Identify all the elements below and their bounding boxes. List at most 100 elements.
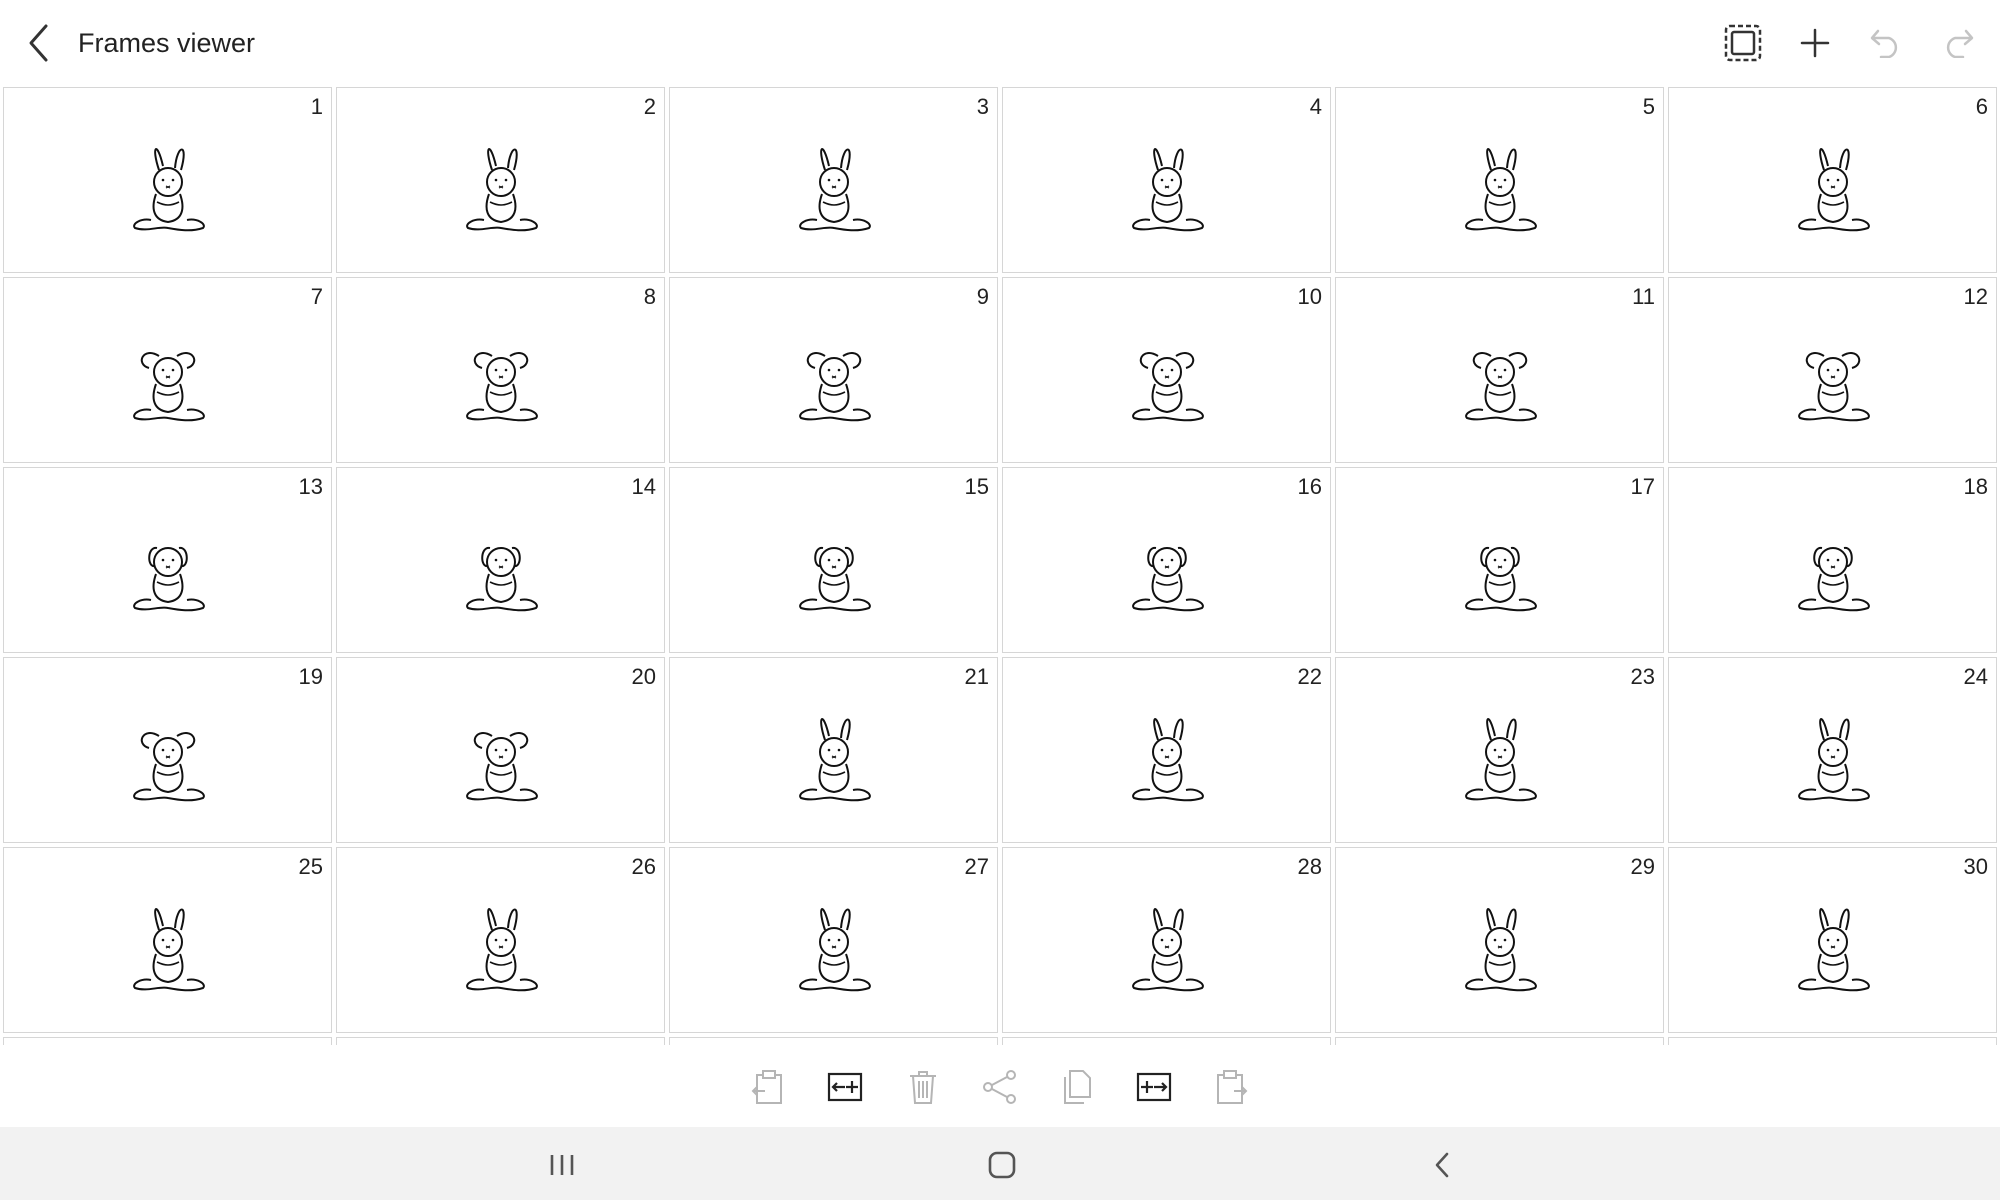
frame-thumbnail[interactable]: 5 [1335,87,1664,273]
frame-thumbnail[interactable]: 2 [336,87,665,273]
bunny-drawing [1778,706,1888,816]
bunny-drawing [113,896,223,1006]
frame-number: 18 [1963,474,1988,499]
back-arrow-icon[interactable] [18,20,58,66]
frame-number: 9 [976,284,989,309]
frame-thumbnail-partial[interactable] [1002,1037,1331,1045]
frame-thumbnail[interactable]: 29 [1335,847,1664,1033]
insert-before-icon[interactable] [825,1067,865,1107]
frame-thumbnail[interactable]: 14 [336,467,665,653]
undo-icon[interactable] [1864,20,1910,66]
frame-number: 3 [976,94,989,119]
top-app-bar: Frames viewer [0,0,2000,86]
bunny-drawing [1112,706,1222,816]
frame-number: 15 [964,474,989,499]
bunny-drawing [779,326,889,436]
frame-thumbnail[interactable]: 17 [1335,467,1664,653]
frame-thumbnail-partial[interactable] [336,1037,665,1045]
frame-number: 4 [1309,94,1322,119]
bunny-drawing [113,136,223,246]
frame-number: 20 [631,664,656,689]
frame-number: 10 [1297,284,1322,309]
page-title: Frames viewer [78,28,256,58]
bunny-drawing [446,136,556,246]
frame-thumbnail-partial[interactable] [1335,1037,1664,1045]
frame-number: 14 [631,474,656,499]
bunny-drawing [446,896,556,1006]
frame-number: 13 [298,474,323,499]
delete-icon[interactable] [903,1067,943,1107]
frame-thumbnail[interactable]: 23 [1335,657,1664,843]
bunny-drawing [779,706,889,816]
frame-thumbnail[interactable]: 21 [669,657,998,843]
frame-thumbnail[interactable]: 12 [1668,277,1997,463]
paste-after-icon[interactable] [1211,1067,1251,1107]
bunny-drawing [1112,136,1222,246]
frame-thumbnail[interactable]: 8 [336,277,665,463]
home-icon[interactable] [978,1145,1026,1185]
frame-thumbnail[interactable]: 26 [336,847,665,1033]
bunny-drawing [113,326,223,436]
frame-thumbnail[interactable]: 11 [1335,277,1664,463]
frame-number: 12 [1963,284,1988,309]
frame-thumbnail[interactable]: 13 [3,467,332,653]
frame-thumbnail[interactable]: 3 [669,87,998,273]
copy-icon[interactable] [1057,1067,1097,1107]
frame-thumbnail[interactable]: 15 [669,467,998,653]
bunny-drawing [1445,326,1555,436]
frame-thumbnail[interactable]: 4 [1002,87,1331,273]
frame-thumbnail[interactable]: 19 [3,657,332,843]
add-icon[interactable] [1792,20,1838,66]
bunny-drawing [1112,516,1222,626]
frame-thumbnail[interactable]: 16 [1002,467,1331,653]
frame-thumbnail[interactable]: 30 [1668,847,1997,1033]
select-frame-icon[interactable] [1720,20,1766,66]
back-icon[interactable] [1418,1145,1466,1185]
frame-thumbnail[interactable]: 7 [3,277,332,463]
frame-number: 1 [310,94,323,119]
frame-thumbnail-partial[interactable] [1668,1037,1997,1045]
bunny-drawing [1778,516,1888,626]
frame-thumbnail[interactable]: 1 [3,87,332,273]
frames-grid: 1 2 3 4 5 6 7 8 9 10 11 12 13 14 15 16 17 18 19 20 21 22 23 24 2… [3,87,1997,1045]
frame-thumbnail[interactable]: 6 [1668,87,1997,273]
bunny-drawing [1112,896,1222,1006]
bunny-drawing [1112,326,1222,436]
frame-number: 5 [1642,94,1655,119]
frame-number: 7 [310,284,323,309]
paste-before-icon[interactable] [748,1067,788,1107]
frame-number: 25 [298,854,323,879]
bunny-drawing [113,516,223,626]
frame-thumbnail[interactable]: 20 [336,657,665,843]
bunny-drawing [1445,896,1555,1006]
insert-after-icon[interactable] [1134,1067,1174,1107]
frame-number: 21 [964,664,989,689]
bunny-drawing [779,516,889,626]
bunny-drawing [446,326,556,436]
frame-thumbnail[interactable]: 25 [3,847,332,1033]
redo-icon[interactable] [1934,20,1980,66]
frame-thumbnail[interactable]: 28 [1002,847,1331,1033]
frame-thumbnail[interactable]: 24 [1668,657,1997,843]
share-icon[interactable] [980,1067,1020,1107]
bunny-drawing [1778,136,1888,246]
bunny-drawing [1778,326,1888,436]
frame-number: 28 [1297,854,1322,879]
bunny-drawing [1445,706,1555,816]
frame-thumbnail-partial[interactable] [669,1037,998,1045]
system-navigation-bar [0,1127,2000,1200]
recent-apps-icon[interactable] [538,1145,586,1185]
bunny-drawing [1445,516,1555,626]
frame-thumbnail[interactable]: 18 [1668,467,1997,653]
frame-number: 6 [1975,94,1988,119]
frame-thumbnail[interactable]: 10 [1002,277,1331,463]
frame-thumbnail-partial[interactable] [3,1037,332,1045]
bunny-drawing [446,706,556,816]
frame-number: 26 [631,854,656,879]
frame-thumbnail[interactable]: 22 [1002,657,1331,843]
bunny-drawing [113,706,223,816]
frame-number: 8 [643,284,656,309]
frame-thumbnail[interactable]: 27 [669,847,998,1033]
frame-thumbnail[interactable]: 9 [669,277,998,463]
frame-number: 19 [298,664,323,689]
